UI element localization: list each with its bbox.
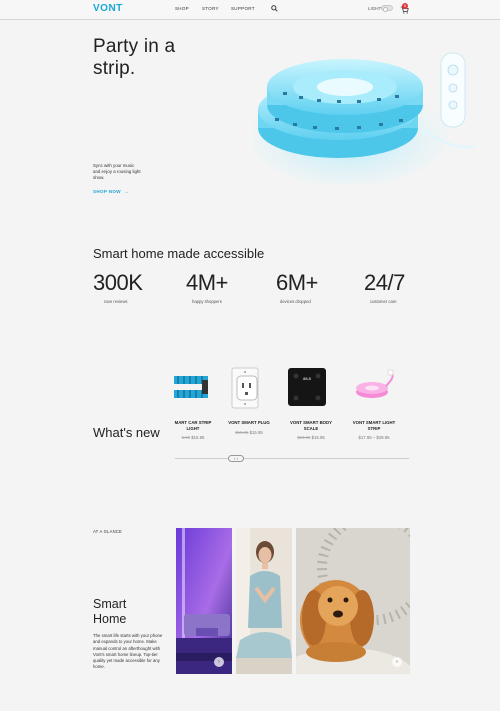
product-price: 5.95 $15.95: [168, 435, 218, 440]
nav-link-support[interactable]: SUPPORT: [231, 6, 255, 11]
product-card[interactable]: MART CAR STRIP LIGHT 5.95 $15.95: [168, 366, 218, 440]
carousel-arrows[interactable]: ‹ ›: [228, 455, 244, 462]
chevron-right-icon[interactable]: ›: [237, 456, 238, 461]
shop-now-label: SHOP NOW: [93, 189, 121, 194]
hero-title: Party in a strip.: [93, 36, 175, 80]
stat-label: customer care: [370, 299, 397, 304]
product-card[interactable]: VONT SMART PLUG $19.95 $15.95: [224, 366, 274, 435]
product-current-price: $15.95: [191, 435, 205, 440]
product-card[interactable]: VONT SMART LIGHT STRIP $17.95 – $29.95: [346, 366, 402, 440]
stat-value: 300K: [93, 270, 143, 295]
smart-home-description: The smart life starts with your phone an…: [93, 633, 163, 670]
product-current-price: $15.95: [311, 435, 325, 440]
stat-label: devices dropped: [280, 299, 311, 304]
dog-image: ›: [296, 528, 410, 674]
stat-value: 6M+: [276, 270, 318, 295]
hero-description: Sync with your music and enjoy a rousing…: [93, 163, 141, 180]
product-price: $17.95 – $29.95: [346, 435, 402, 440]
product-name: VONT SMART LIGHT STRIP: [352, 420, 396, 431]
carousel-scroll-track[interactable]: [175, 458, 409, 459]
smart-home-title-line2: Home: [93, 612, 127, 626]
yoga-woman-image: [236, 528, 292, 674]
led-strip-hero-image: [253, 52, 476, 185]
product-name: VONT SMART BODY SCALE: [289, 420, 332, 431]
light-strip-image: [356, 369, 394, 398]
panel-play-button[interactable]: ›: [214, 657, 224, 667]
stats-heading: Smart home made accessible: [93, 246, 265, 261]
product-price: $24.95 $15.95: [286, 435, 336, 440]
nav-link-shop[interactable]: SHOP: [175, 6, 189, 11]
light-mode-label: LIGHT: [368, 6, 382, 11]
hero-title-line1: Party in a: [93, 36, 176, 57]
smart-home-title: Smart Home: [93, 597, 126, 627]
stat-value: 4M+: [186, 270, 228, 295]
nav-link-story[interactable]: STORY: [202, 6, 219, 11]
stat-label: rave reviews: [104, 299, 128, 304]
body-scale-image: 88.8: [288, 368, 326, 406]
glance-eyebrow: AT A GLANCE: [93, 529, 123, 534]
living-room-image: ›: [176, 528, 232, 674]
search-icon[interactable]: [271, 5, 278, 12]
product-name: MART CAR STRIP LIGHT: [174, 420, 212, 431]
product-current-price: $15.95: [249, 429, 263, 435]
car-strip-light-image: [174, 376, 208, 398]
whats-new-heading: What's new: [93, 425, 160, 440]
product-name: VONT SMART PLUG: [228, 420, 270, 425]
product-price: $19.95 $15.95: [224, 430, 274, 435]
panel-next-button[interactable]: ›: [392, 657, 402, 667]
product-current-price: $17.95 – $29.95: [358, 435, 390, 440]
theme-toggle[interactable]: [381, 5, 393, 12]
arrow-right-icon: →: [122, 189, 129, 194]
product-card[interactable]: 88.8 VONT SMART BODY SCALE $24.95 $15.95: [286, 366, 336, 440]
svg-text:88.8: 88.8: [303, 376, 312, 381]
smart-home-title-line1: Smart: [93, 597, 127, 611]
hero-title-line2: strip.: [93, 58, 136, 79]
product-old-price: 5.95: [181, 435, 190, 440]
stat-label: happy shoppers: [192, 299, 222, 304]
shop-now-link[interactable]: SHOP NOW →: [93, 189, 129, 194]
product-old-price: $24.95: [297, 435, 311, 440]
logo[interactable]: VONT: [93, 3, 123, 14]
cart-count-badge: 0: [402, 3, 408, 9]
stat-value: 24/7: [364, 270, 405, 295]
product-old-price: $19.95: [235, 429, 249, 435]
chevron-left-icon[interactable]: ‹: [234, 456, 235, 461]
smart-plug-image: [231, 367, 259, 409]
